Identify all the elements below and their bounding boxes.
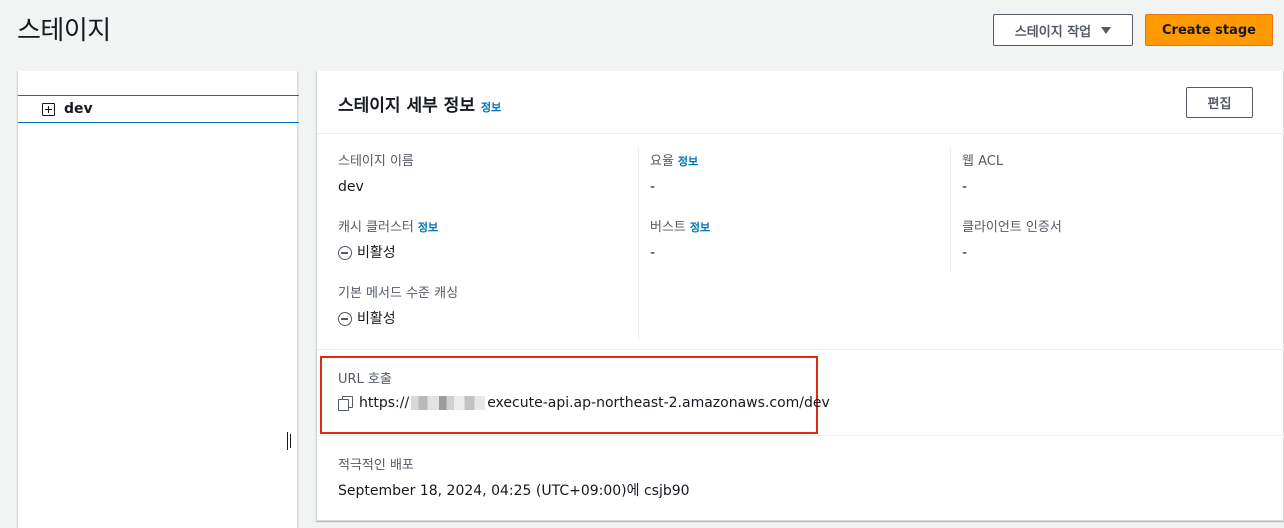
page-title: 스테이지 [17,16,111,46]
web-acl-label: 웹 ACL [962,154,1004,169]
create-stage-button[interactable]: Create stage [1145,14,1273,46]
tree-item-dev[interactable]: dev [18,95,299,123]
invoke-url-value[interactable]: https:// execute-api.ap-northeast-2.amaz… [338,395,830,411]
invoke-url-label: URL 호출 [338,372,392,387]
cache-cluster-field: 캐시 클러스터 정보 비활성 [338,219,438,263]
burst-value: - [650,245,656,261]
cache-cluster-value: 비활성 [338,243,438,263]
column-divider [638,147,639,339]
panel-header: 스테이지 세부 정보 정보 편집 [317,71,1284,134]
panel-resize-handle[interactable] [287,432,291,450]
disabled-status-icon [338,312,352,326]
method-caching-field: 기본 메서드 수준 캐싱 비활성 [338,285,458,329]
disabled-status-icon [338,246,352,260]
info-link[interactable]: 정보 [690,221,710,234]
rate-label-text: 요율 [650,154,674,169]
invoke-url-suffix: execute-api.ap-northeast-2.amazonaws.com… [487,395,830,411]
redacted-api-id [411,396,486,410]
client-cert-value: - [962,245,968,261]
cache-cluster-label: 캐시 클러스터 정보 [338,219,438,237]
panel-title-text: 스테이지 세부 정보 [338,96,475,116]
client-cert-label: 클라이언트 인증서 [962,220,1062,235]
info-link[interactable]: 정보 [418,221,438,234]
method-caching-value: 비활성 [338,309,458,329]
method-caching-label: 기본 메서드 수준 캐싱 [338,286,459,301]
stage-actions-label: 스테이지 작업 [1014,24,1092,40]
edit-button[interactable]: 편집 [1186,87,1253,118]
stage-name-label: 스테이지 이름 [338,154,414,169]
web-acl-field: 웹 ACL - [962,153,1003,197]
stage-name-field: 스테이지 이름 dev [338,153,414,197]
client-cert-field: 클라이언트 인증서 - [962,219,1062,263]
burst-label-text: 버스트 [650,220,686,235]
web-acl-value: - [962,179,968,195]
column-divider [950,147,951,271]
stage-actions-dropdown[interactable]: 스테이지 작업 [993,14,1133,46]
expand-plus-icon[interactable] [42,102,55,116]
active-deployment-label: 적극적인 배포 [338,458,414,473]
stage-details-panel: 스테이지 세부 정보 정보 편집 스테이지 이름 dev 캐시 클러스터 정보 비활… [316,71,1284,521]
rate-label: 요율 정보 [650,153,698,171]
cache-cluster-label-text: 캐시 클러스터 [338,220,414,235]
cache-cluster-status: 비활성 [357,245,396,261]
burst-label: 버스트 정보 [650,219,710,237]
rate-field: 요율 정보 - [650,153,698,197]
panel-title: 스테이지 세부 정보 정보 [338,91,501,116]
active-deployment-value: September 18, 2024, 04:25 (UTC+09:00)에 c… [338,483,690,499]
stage-tree-panel: dev [17,71,299,528]
burst-field: 버스트 정보 - [650,219,710,263]
method-caching-status: 비활성 [357,311,396,327]
info-link[interactable]: 정보 [678,155,698,168]
active-deployment-field: 적극적인 배포 September 18, 2024, 04:25 (UTC+0… [338,457,690,501]
copy-icon[interactable] [338,396,353,411]
stage-name-value: dev [338,179,364,195]
rate-value: - [650,179,656,195]
invoke-url-prefix: https:// [359,395,410,411]
section-divider [317,435,1284,436]
caret-down-icon [1101,26,1112,34]
section-divider [317,349,1284,350]
invoke-url-field: URL 호출 https:// execute-api.ap-northeast… [338,371,830,411]
tree-item-label: dev [64,101,93,117]
info-link[interactable]: 정보 [481,101,501,114]
